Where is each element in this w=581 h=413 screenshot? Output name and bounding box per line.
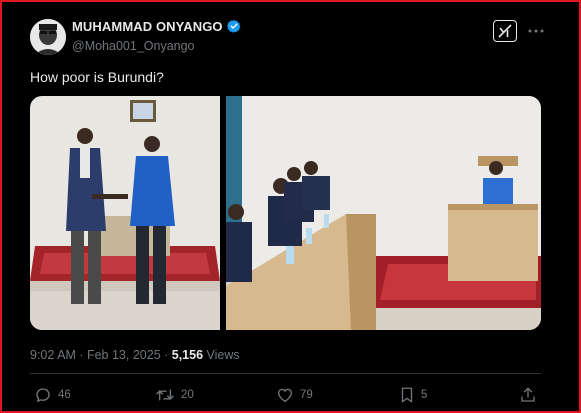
like-count: 79: [300, 389, 313, 401]
share-button[interactable]: [519, 384, 537, 406]
actions-divider: [30, 373, 541, 374]
photo-meeting-room-icon: [226, 96, 541, 330]
avatar-icon: [30, 19, 66, 55]
author-display-name[interactable]: MUHAMMAD ONYANGO: [72, 19, 241, 37]
tweet-timestamp[interactable]: 9:02 AM · Feb 13, 2025 ·: [30, 348, 172, 362]
media-photo-2[interactable]: [226, 96, 541, 330]
more-options-button[interactable]: [527, 22, 545, 40]
grok-icon: [498, 24, 512, 38]
tweet-actions: 46 20 79 5: [30, 384, 541, 406]
retweet-icon: [156, 389, 174, 401]
author-avatar[interactable]: [30, 19, 66, 55]
views-label: Views: [203, 348, 240, 362]
media-photo-1[interactable]: [30, 96, 220, 330]
like-button[interactable]: 79: [276, 384, 313, 406]
bookmark-button[interactable]: 5: [399, 384, 427, 406]
photo-two-men-handshake-icon: [30, 96, 220, 330]
views-count: 5,156: [171, 348, 204, 362]
tweet-media: [30, 96, 541, 330]
reply-icon: [36, 388, 50, 403]
tweet-text: How poor is Burundi?: [30, 69, 164, 85]
bookmark-icon: [401, 387, 413, 403]
retweet-count: 20: [181, 389, 194, 401]
reply-button[interactable]: 46: [34, 384, 71, 406]
retweet-button[interactable]: 20: [155, 384, 194, 406]
bookmark-count: 5: [421, 389, 428, 401]
verified-badge-icon: [226, 19, 241, 37]
share-icon: [521, 387, 535, 402]
reply-count: 46: [58, 389, 71, 401]
heart-icon: [277, 388, 293, 403]
tweet-meta: 9:02 AM · Feb 13, 2025 · 5,156 Views: [30, 347, 240, 363]
author-handle[interactable]: @Moha001_Onyango: [72, 38, 195, 54]
tweet-frame: MUHAMMAD ONYANGO @Moha001_Onyango How po…: [0, 0, 581, 413]
grok-button[interactable]: [493, 20, 517, 42]
more-dots-icon: [528, 29, 544, 33]
author-name-text: MUHAMMAD ONYANGO: [72, 19, 223, 34]
